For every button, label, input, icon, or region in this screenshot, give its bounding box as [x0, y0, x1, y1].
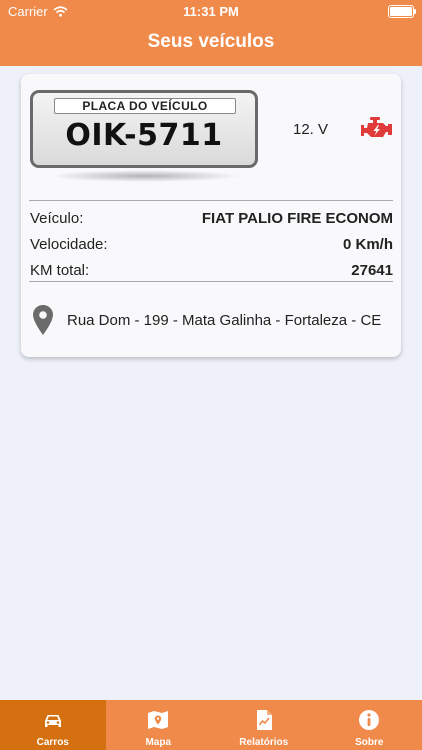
divider	[29, 200, 393, 201]
plate-header: PLACA DO VEÍCULO	[54, 98, 236, 114]
location-pin-icon	[33, 305, 53, 335]
detail-label: Velocidade:	[30, 236, 108, 253]
divider	[29, 281, 393, 282]
battery-icon	[388, 5, 416, 18]
vehicle-card[interactable]: PLACA DO VEÍCULO OIK-5711 12. V Veículo:…	[21, 74, 401, 357]
page-title: Seus veículos	[147, 31, 275, 52]
info-icon	[359, 710, 380, 730]
status-bar: Carrier 11:31 PM	[0, 0, 422, 22]
tab-relatorios[interactable]: Relatórios	[211, 700, 317, 750]
vehicle-address: Rua Dom - 199 - Mata Galinha - Fortaleza…	[67, 312, 382, 329]
plate-frame: PLACA DO VEÍCULO OIK-5711	[30, 90, 258, 168]
tab-mapa[interactable]: Mapa	[106, 700, 212, 750]
map-icon	[148, 711, 169, 729]
plate-shadow	[48, 170, 242, 182]
tab-label: Mapa	[145, 737, 172, 748]
license-plate: PLACA DO VEÍCULO OIK-5711	[30, 90, 258, 185]
detail-row-vehicle: Veículo: FIAT PALIO FIRE ECONOM	[30, 210, 393, 232]
detail-row-speed: Velocidade: 0 Km/h	[30, 236, 393, 258]
battery-voltage: 12. V	[293, 121, 329, 138]
tab-sobre[interactable]: Sobre	[317, 700, 422, 750]
car-icon	[44, 715, 61, 727]
tab-label: Carros	[36, 737, 69, 748]
engine-icon[interactable]	[361, 116, 393, 140]
tab-carros[interactable]: Carros	[0, 700, 106, 750]
app-header: Carrier 11:31 PM Seus veículos	[0, 0, 422, 66]
detail-label: Veículo:	[30, 210, 84, 227]
report-icon	[256, 710, 272, 730]
detail-label: KM total:	[30, 262, 90, 279]
tab-label: Relatórios	[239, 737, 289, 748]
tab-bar: Carros Mapa Relatórios Sobre	[0, 700, 422, 750]
detail-value: FIAT PALIO FIRE ECONOM	[201, 210, 393, 227]
tab-label: Sobre	[355, 737, 384, 748]
detail-value: 0 Km/h	[342, 236, 393, 253]
detail-value: 27641	[351, 262, 393, 279]
plate-number: OIK-5711	[65, 118, 223, 153]
status-time: 11:31 PM	[183, 4, 239, 19]
